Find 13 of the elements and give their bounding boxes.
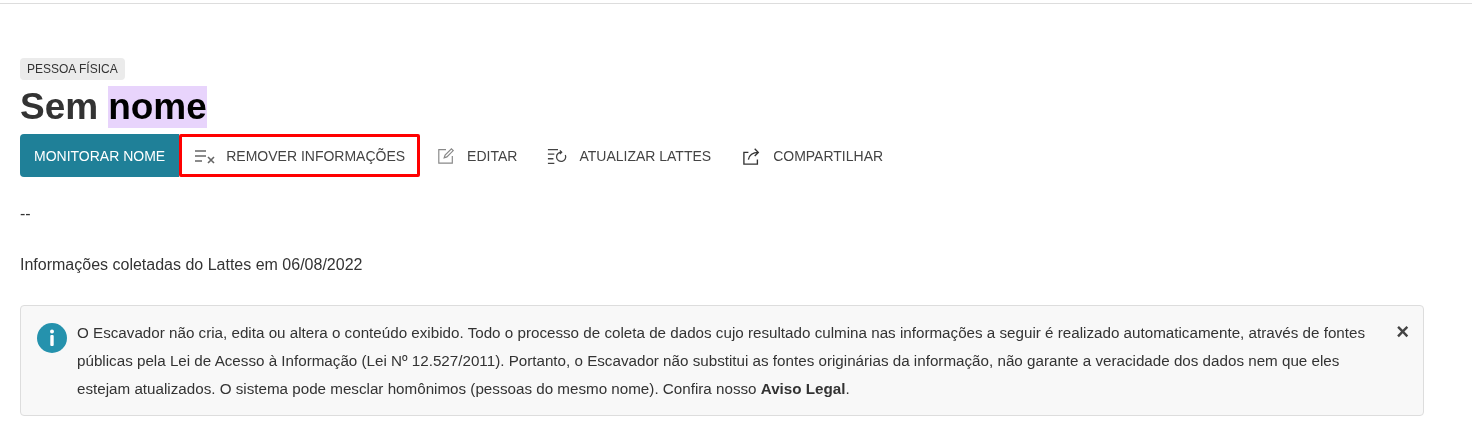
action-button[interactable]: MONITORAR NOME	[20, 134, 180, 177]
action-button[interactable]: ATUALIZAR LATTES	[532, 134, 727, 177]
page-title: Sem	[20, 86, 99, 128]
subtitle: --	[20, 205, 31, 223]
collection-date-text: Informações coletadas do Lattes em 06/08/2022	[20, 256, 363, 274]
action-button[interactable]: REMOVER INFORMAÇÕES	[179, 134, 421, 177]
notice-text: O Escavador não cria, edita ou altera o conteúdo exibido. Todo o processo de coleta de dados cujo resultado culmina nas informações a seguir é realizado automaticamente, através de fontes públicas pela Lei de Acesso à Informação (Lei Nº 12.527/2011). Portanto, o Escavador não substitui as fontes originárias da informação, não garante a veracidade dos dados nem que eles estejam atualizados. O sistema pode mesclar homônimos (pessoas do mesmo nome). Confira nosso Aviso Legal.	[77, 323, 1367, 399]
category-badge: PESSOA FÍSICA	[20, 58, 125, 80]
action-button[interactable]: EDITAR	[420, 134, 533, 177]
close-button[interactable]: ×	[1396, 321, 1409, 343]
info-icon	[37, 323, 67, 353]
page-title: nome	[108, 86, 207, 128]
action-button[interactable]: COMPARTILHAR	[726, 134, 899, 177]
